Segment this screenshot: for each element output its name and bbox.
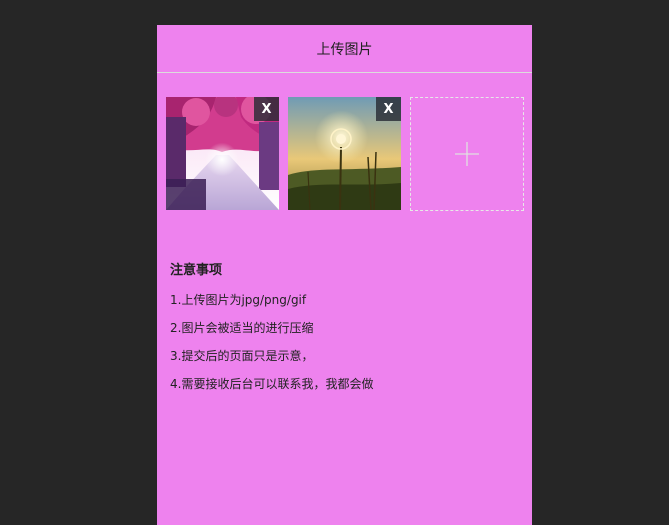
notes-item: 1.上传图片为jpg/png/gif: [170, 293, 307, 307]
upload-panel: 上传图片 X X 注意事项 1.上传图片为jpg/png/gif 2.图片会被适…: [157, 25, 532, 525]
uploaded-image-2[interactable]: X: [288, 97, 401, 210]
remove-image-button[interactable]: X: [254, 97, 279, 121]
remove-image-button[interactable]: X: [376, 97, 401, 121]
page-header: 上传图片: [157, 25, 532, 73]
page-title: 上传图片: [316, 41, 373, 58]
notes-section: 注意事项 1.上传图片为jpg/png/gif 2.图片会被适当的进行压缩 3.…: [170, 263, 519, 405]
notes-item: 3.提交后的页面只是示意，: [170, 349, 314, 363]
uploaded-image-1[interactable]: X: [166, 97, 279, 210]
notes-title: 注意事项: [170, 263, 223, 278]
plus-icon: [455, 142, 479, 166]
notes-item: 4.需要接收后台可以联系我，我都会做: [170, 377, 374, 391]
notes-item: 2.图片会被适当的进行压缩: [170, 321, 314, 335]
add-image-button[interactable]: [410, 97, 524, 211]
image-grid: X X: [166, 97, 526, 211]
